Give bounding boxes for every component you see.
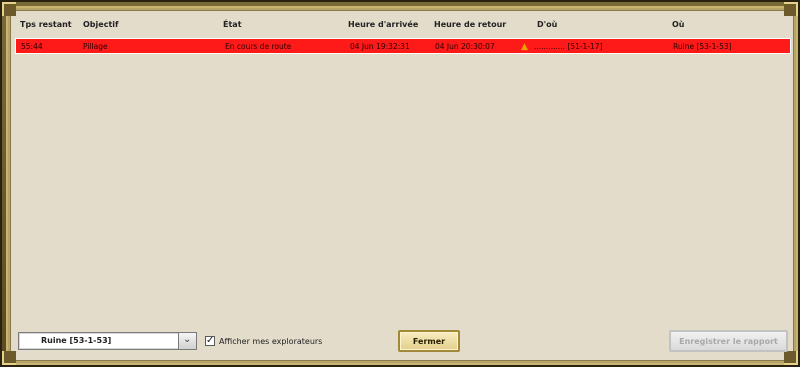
target-dropdown[interactable]: Ruine [53-1-53] ⌄: [18, 332, 197, 350]
column-header-to: Où: [672, 20, 685, 29]
cell-remaining: 55:44: [21, 42, 43, 51]
window-frame: Tps restant Objectif État Heure d'arrivé…: [0, 0, 800, 367]
cell-state: En cours de route: [225, 42, 292, 51]
column-header-remaining: Tps restant: [20, 20, 72, 29]
dropdown-value: Ruine [53-1-53]: [41, 336, 112, 345]
column-header-objective: Objectif: [83, 20, 119, 29]
cell-from: ............. [51-1-17]: [534, 42, 603, 51]
cell-return: 04 Jun 20:30:07: [435, 42, 495, 51]
column-header-from: D'où: [537, 20, 558, 29]
corner-ornament-bottom-left: [2, 351, 16, 365]
save-report-button[interactable]: Enregistrer le rapport: [669, 330, 788, 352]
chevron-down-icon: ⌄: [183, 334, 192, 345]
flame-icon: ▲: [521, 42, 528, 52]
corner-ornament-top-left: [2, 2, 16, 16]
cell-objective: Pillage: [83, 42, 108, 51]
show-explorers-label[interactable]: Afficher mes explorateurs: [219, 337, 322, 346]
table-row[interactable]: 55:44 Pillage En cours de route 04 Jun 1…: [15, 38, 791, 54]
dropdown-toggle-button[interactable]: ⌄: [178, 333, 196, 349]
cell-arrival: 04 Jun 19:32:31: [350, 42, 410, 51]
close-button[interactable]: Fermer: [398, 330, 460, 352]
show-explorers-checkbox[interactable]: ✓: [205, 335, 215, 346]
main-panel: [10, 10, 794, 361]
checkmark-icon: ✓: [206, 335, 215, 346]
column-header-return: Heure de retour: [434, 20, 507, 29]
cell-to: Ruine [53-1-53]: [673, 42, 732, 51]
table-header: Tps restant Objectif État Heure d'arrivé…: [18, 18, 788, 32]
column-header-state: État: [223, 20, 242, 29]
column-header-arrival: Heure d'arrivée: [348, 20, 419, 29]
corner-ornament-bottom-right: [784, 351, 798, 365]
corner-ornament-top-right: [784, 2, 798, 16]
